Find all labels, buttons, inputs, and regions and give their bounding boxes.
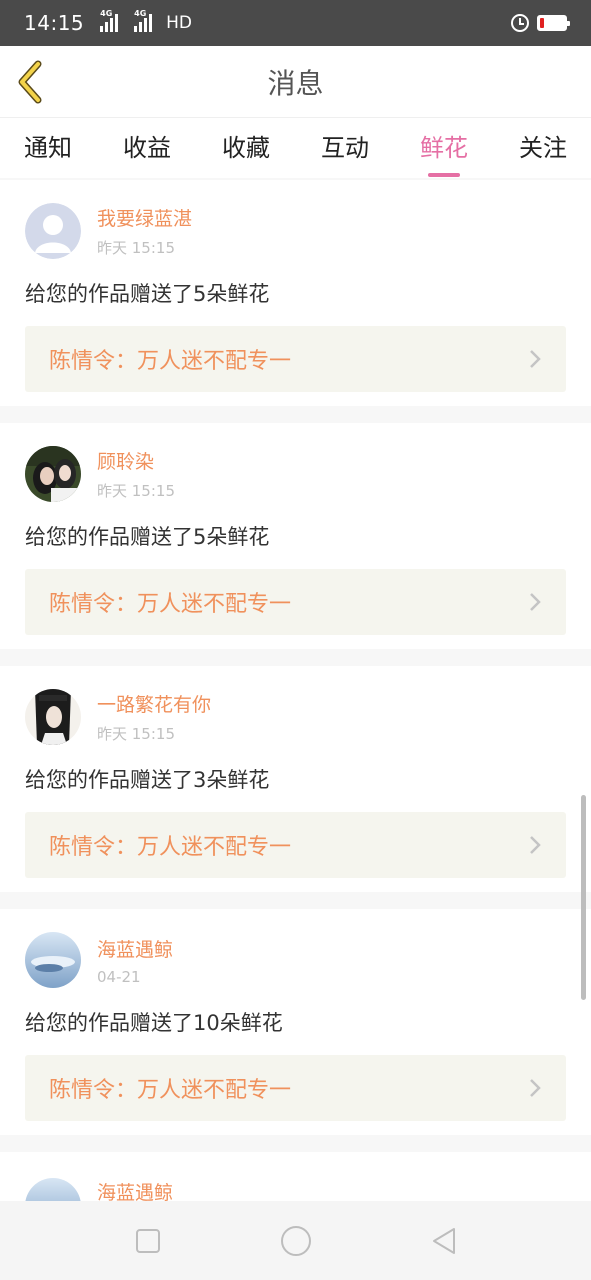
- battery-icon: [537, 15, 570, 31]
- tab-label: 通知: [24, 134, 72, 162]
- divider: [0, 649, 591, 666]
- signal-icon: 4G: [134, 9, 153, 32]
- chevron-right-icon: [530, 1079, 541, 1097]
- work-link[interactable]: 陈情令：万人迷不配专一: [25, 812, 566, 878]
- status-bar: 14:15 4G 4G HD: [0, 0, 591, 46]
- tab-interactions[interactable]: 互动: [321, 128, 369, 176]
- username[interactable]: 顾聆染: [97, 447, 175, 474]
- work-title: 陈情令：万人迷不配专一: [49, 592, 292, 617]
- username[interactable]: 海蓝遇鲸: [97, 935, 173, 962]
- message-list: 我要绿蓝湛 昨天 15:15 给您的作品赠送了5朵鲜花 陈情令：万人迷不配专一: [0, 180, 591, 1212]
- divider: [0, 892, 591, 909]
- alarm-icon: [511, 14, 529, 32]
- timestamp: 昨天 15:15: [97, 239, 175, 257]
- square-icon[interactable]: [135, 1228, 161, 1254]
- list-item: 我要绿蓝湛 昨天 15:15 给您的作品赠送了5朵鲜花 陈情令：万人迷不配专一: [0, 180, 591, 406]
- screen: 14:15 4G 4G HD 消息 通知 收益 收藏 互动 鲜花 关注 我要绿蓝…: [0, 0, 591, 1280]
- work-title: 陈情令：万人迷不配专一: [49, 835, 292, 860]
- default-avatar-icon[interactable]: [25, 203, 81, 259]
- tab-flowers[interactable]: 鲜花: [420, 128, 468, 177]
- header: 消息: [0, 46, 591, 118]
- battery-level: [540, 18, 544, 28]
- triangle-back-icon[interactable]: [430, 1226, 458, 1256]
- work-link[interactable]: 陈情令：万人迷不配专一: [25, 1055, 566, 1121]
- chevron-right-icon: [530, 350, 541, 368]
- divider: [0, 1135, 591, 1152]
- circle-icon[interactable]: [280, 1225, 312, 1257]
- signal-label: 4G: [134, 9, 147, 18]
- page-title: 消息: [267, 66, 324, 100]
- tab-label: 收益: [123, 134, 171, 162]
- work-title: 陈情令：万人迷不配专一: [49, 1078, 292, 1103]
- timestamp: 昨天 15:15: [97, 725, 175, 743]
- divider: [0, 406, 591, 423]
- tab-following[interactable]: 关注: [519, 128, 567, 176]
- message-text: 给您的作品赠送了5朵鲜花: [25, 282, 270, 306]
- message-text: 给您的作品赠送了10朵鲜花: [25, 1011, 283, 1035]
- photo-avatar[interactable]: [25, 446, 81, 502]
- chevron-right-icon: [530, 836, 541, 854]
- tab-label: 鲜花: [420, 134, 468, 162]
- username[interactable]: 我要绿蓝湛: [97, 204, 192, 231]
- timestamp: 04-21: [97, 967, 141, 986]
- active-tab-indicator: [428, 173, 460, 177]
- photo-avatar[interactable]: [25, 932, 81, 988]
- tab-label: 收藏: [222, 134, 270, 162]
- tab-earnings[interactable]: 收益: [123, 128, 171, 176]
- message-text: 给您的作品赠送了3朵鲜花: [25, 768, 270, 792]
- signal-label: 4G: [100, 9, 113, 18]
- work-title: 陈情令：万人迷不配专一: [49, 349, 292, 374]
- tab-label: 关注: [519, 134, 567, 162]
- tab-notifications[interactable]: 通知: [24, 128, 72, 176]
- timestamp: 昨天 15:15: [97, 482, 175, 500]
- work-link[interactable]: 陈情令：万人迷不配专一: [25, 569, 566, 635]
- list-item: 一路繁花有你 昨天 15:15 给您的作品赠送了3朵鲜花 陈情令：万人迷不配专一: [0, 666, 591, 892]
- username[interactable]: 一路繁花有你: [97, 690, 211, 717]
- list-item: 顾聆染 昨天 15:15 给您的作品赠送了5朵鲜花 陈情令：万人迷不配专一: [0, 423, 591, 649]
- system-nav-bar: [0, 1201, 591, 1280]
- chevron-right-icon: [530, 593, 541, 611]
- tab-favorites[interactable]: 收藏: [222, 128, 270, 176]
- signal-icon: 4G: [100, 9, 119, 32]
- tab-bar: 通知 收益 收藏 互动 鲜花 关注: [0, 118, 591, 178]
- tab-label: 互动: [321, 134, 369, 162]
- back-arrow-icon[interactable]: [14, 60, 48, 104]
- hd-label: HD: [166, 13, 193, 33]
- work-link[interactable]: 陈情令：万人迷不配专一: [25, 326, 566, 392]
- status-time: 14:15: [24, 11, 85, 35]
- list-item: 海蓝遇鲸 04-21 给您的作品赠送了10朵鲜花 陈情令：万人迷不配专一: [0, 909, 591, 1135]
- scrollbar[interactable]: [581, 795, 586, 1000]
- photo-avatar[interactable]: [25, 689, 81, 745]
- message-text: 给您的作品赠送了5朵鲜花: [25, 525, 270, 549]
